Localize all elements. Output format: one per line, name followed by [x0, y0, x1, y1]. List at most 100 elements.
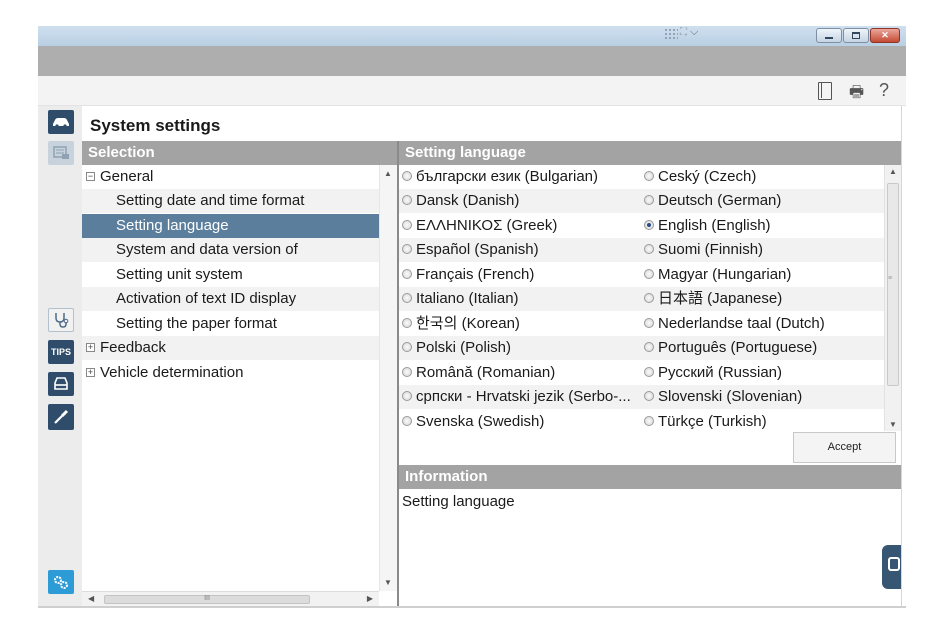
tree-item-label: Setting language [116, 217, 229, 234]
language-option[interactable]: български език (Bulgarian) [402, 165, 642, 189]
vehicle-front-icon[interactable] [48, 372, 74, 396]
radio-icon[interactable] [402, 220, 412, 231]
language-option[interactable]: Nederlandse taal (Dutch) [644, 312, 884, 336]
language-option[interactable]: 日本語 (Japanese) [644, 287, 884, 311]
language-option[interactable]: Español (Spanish) [402, 238, 642, 262]
tree-item-paper-format[interactable]: Setting the paper format [82, 312, 379, 336]
maximize-icon [852, 32, 860, 40]
radio-icon[interactable] [402, 244, 412, 255]
selection-tree: − General Setting date and time format S… [82, 165, 379, 591]
language-row: ΕΛΛΗΝΙΚΟΣ (Greek) English (English) [399, 214, 884, 238]
help-icon[interactable]: ? [879, 80, 889, 101]
tree-item-vehicle-determination[interactable]: + Vehicle determination [82, 361, 379, 385]
collapse-icon[interactable]: − [86, 172, 95, 181]
radio-icon[interactable] [402, 342, 412, 353]
language-option[interactable]: Polski (Polish) [402, 336, 642, 360]
panel-toggle-icon [888, 557, 900, 571]
language-label: Türkçe (Turkish) [658, 413, 767, 430]
language-scrollbar[interactable]: ▲ ≡ ▼ [884, 165, 901, 431]
header-band [38, 46, 906, 76]
book-icon[interactable] [818, 82, 832, 100]
language-options: български език (Bulgarian) Ceský (Czech)… [399, 165, 884, 431]
expand-icon[interactable]: + [86, 368, 95, 377]
screwdriver-icon[interactable] [48, 404, 74, 430]
scroll-down-icon[interactable]: ▼ [384, 578, 392, 587]
language-option[interactable]: Dansk (Danish) [402, 189, 642, 213]
vehicle-list-icon[interactable] [48, 141, 74, 165]
window-titlebar [38, 26, 906, 46]
language-row: Polski (Polish) Português (Portuguese) [399, 336, 884, 360]
scroll-up-icon[interactable]: ▲ [384, 169, 392, 178]
window-gripper[interactable]: ⛶ ⌵ [664, 26, 724, 42]
language-option[interactable]: Türkçe (Turkish) [644, 410, 884, 431]
close-button[interactable]: ✕ [870, 28, 900, 43]
language-option[interactable]: Română (Romanian) [402, 361, 642, 385]
tree-item-date-time-format[interactable]: Setting date and time format [82, 189, 379, 213]
radio-icon[interactable] [644, 342, 654, 353]
radio-icon[interactable] [402, 416, 412, 427]
radio-icon[interactable] [402, 367, 412, 378]
radio-icon[interactable] [402, 318, 412, 329]
language-row: Dansk (Danish) Deutsch (German) [399, 189, 884, 213]
radio-icon[interactable] [402, 293, 412, 304]
settings-gears-icon[interactable] [48, 570, 74, 594]
language-option[interactable]: Slovenski (Slovenian) [644, 385, 884, 409]
language-option[interactable]: Français (French) [402, 263, 642, 287]
language-row: Svenska (Swedish) Türkçe (Turkish) [399, 410, 884, 431]
language-option[interactable]: Suomi (Finnish) [644, 238, 884, 262]
expand-icon[interactable]: + [86, 343, 95, 352]
radio-icon[interactable] [644, 416, 654, 427]
printer-icon[interactable]: 🖶 [849, 81, 864, 108]
radio-icon[interactable] [644, 293, 654, 304]
scroll-right-icon[interactable]: ▶ [367, 594, 373, 603]
tree-item-label: System and data version of [116, 241, 298, 258]
car-icon[interactable] [48, 110, 74, 134]
language-option[interactable]: 한국의 (Korean) [402, 312, 642, 336]
language-option[interactable]: Русский (Russian) [644, 361, 884, 385]
language-option[interactable]: Magyar (Hungarian) [644, 263, 884, 287]
tree-horizontal-scrollbar[interactable]: ◀ III ▶ [82, 591, 379, 606]
tree-item-setting-language[interactable]: Setting language [82, 214, 379, 238]
language-option[interactable]: Ceský (Czech) [644, 165, 884, 189]
accept-button[interactable]: Accept [793, 432, 896, 463]
tree-item-feedback[interactable]: + Feedback [82, 336, 379, 360]
tree-item-text-id-display[interactable]: Activation of text ID display [82, 287, 379, 311]
radio-icon[interactable] [644, 244, 654, 255]
tree-vertical-scrollbar[interactable]: ▲ ▼ [379, 165, 397, 591]
language-option[interactable]: Português (Portuguese) [644, 336, 884, 360]
scroll-thumb[interactable]: III [104, 595, 310, 604]
language-header: Setting language [399, 141, 901, 165]
radio-icon[interactable] [402, 171, 412, 182]
tree-item-label: Setting date and time format [116, 192, 305, 209]
language-option[interactable]: Svenska (Swedish) [402, 410, 642, 431]
stethoscope-icon[interactable] [48, 308, 74, 332]
radio-icon[interactable] [402, 195, 412, 206]
tree-item-general[interactable]: − General [82, 165, 379, 189]
language-option[interactable]: Deutsch (German) [644, 189, 884, 213]
radio-icon[interactable] [644, 269, 654, 280]
tree-item-unit-system[interactable]: Setting unit system [82, 263, 379, 287]
scroll-up-icon[interactable]: ▲ [889, 167, 897, 176]
minimize-button[interactable] [816, 28, 842, 43]
language-option-selected[interactable]: English (English) [644, 214, 884, 238]
tree-item-system-data-version[interactable]: System and data version of [82, 238, 379, 262]
language-row: Español (Spanish) Suomi (Finnish) [399, 238, 884, 262]
scroll-left-icon[interactable]: ◀ [88, 594, 94, 603]
radio-icon[interactable] [402, 269, 412, 280]
maximize-button[interactable] [843, 28, 869, 43]
radio-icon[interactable] [644, 367, 654, 378]
language-option[interactable]: ΕΛΛΗΝΙΚΟΣ (Greek) [402, 214, 642, 238]
language-option[interactable]: Italiano (Italian) [402, 287, 642, 311]
language-option[interactable]: српски - Hrvatski jezik (Serbo-... [402, 385, 642, 409]
radio-icon[interactable] [644, 171, 654, 182]
radio-selected-icon[interactable] [644, 220, 654, 231]
tree-item-label: Feedback [100, 339, 166, 356]
radio-icon[interactable] [644, 195, 654, 206]
tips-icon[interactable]: TIPS [48, 340, 74, 364]
scroll-thumb[interactable] [887, 183, 899, 386]
language-label: Ceský (Czech) [658, 168, 757, 185]
radio-icon[interactable] [644, 318, 654, 329]
radio-icon[interactable] [402, 391, 412, 402]
scroll-down-icon[interactable]: ▼ [889, 420, 897, 429]
radio-icon[interactable] [644, 391, 654, 402]
